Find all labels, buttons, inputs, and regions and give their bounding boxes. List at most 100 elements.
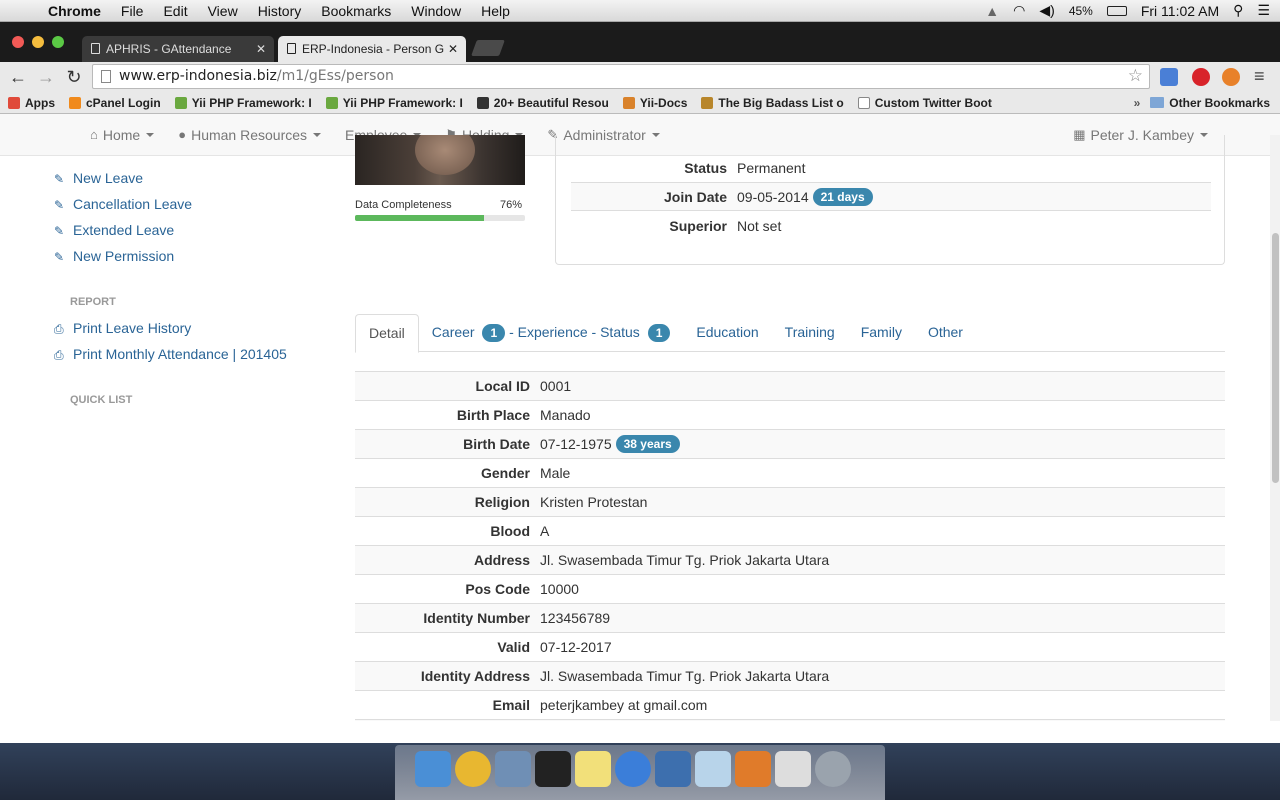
link-label: Print Monthly Attendance | 201405 <box>73 346 287 362</box>
sidebar-link-print-leave-history[interactable]: ⎙ Print Leave History <box>54 320 191 337</box>
bookmark-item[interactable]: Yii PHP Framework: I <box>174 96 312 110</box>
battery-icon[interactable] <box>1106 5 1127 16</box>
menu-help[interactable]: Help <box>471 0 520 22</box>
translate-extension-icon[interactable] <box>1160 68 1178 86</box>
finder-icon[interactable] <box>415 751 451 787</box>
bookmark-item[interactable]: Custom Twitter Boot <box>857 95 992 110</box>
desktop <box>0 743 1280 800</box>
detail-value-wrap: 07-12-2017 <box>540 639 612 655</box>
tab-detail[interactable]: Detail <box>355 314 419 353</box>
itunes-icon[interactable] <box>615 751 651 787</box>
back-icon[interactable]: ← <box>4 67 32 88</box>
stickies-icon[interactable] <box>575 751 611 787</box>
tab-close-icon[interactable]: ✕ <box>256 42 266 56</box>
spotlight-icon[interactable]: ⚲ <box>1233 2 1243 19</box>
menu-app-name[interactable]: Chrome <box>38 0 111 22</box>
tab-close-icon[interactable]: ✕ <box>448 42 458 56</box>
detail-value-wrap: Jl. Swasembada Timur Tg. Priok Jakarta U… <box>540 552 829 568</box>
mac-menubar: Chrome File Edit View History Bookmarks … <box>0 0 1280 22</box>
wifi-icon[interactable]: ◠ <box>1013 2 1025 19</box>
tab-education[interactable]: Education <box>683 314 771 351</box>
address-bar[interactable]: www.erp-indonesia.biz/m1/gEss/person ☆ <box>92 64 1150 89</box>
menu-view[interactable]: View <box>198 0 248 22</box>
tab-training[interactable]: Training <box>772 314 848 351</box>
bookmark-label: Apps <box>25 95 55 110</box>
bookmark-item[interactable]: Yii PHP Framework: I <box>325 96 463 110</box>
bookmarks-overflow-chevron[interactable]: » <box>1134 96 1141 110</box>
detail-label: Identity Address <box>420 668 530 684</box>
preview-icon[interactable] <box>495 751 531 787</box>
notification-center-icon[interactable]: ☰ <box>1257 2 1270 19</box>
new-tab-button[interactable] <box>471 40 505 56</box>
adblock-extension-icon[interactable] <box>1192 68 1210 86</box>
chrome-icon[interactable] <box>455 751 491 787</box>
sidebar-link-cancellation-leave[interactable]: ✎ Cancellation Leave <box>54 196 192 212</box>
bookmark-star-icon[interactable]: ☆ <box>1128 65 1143 88</box>
bookmark-icon <box>174 96 187 109</box>
detail-value: Kristen Protestan <box>540 494 648 510</box>
tab-title: ERP-Indonesia - Person G <box>302 42 445 56</box>
zoom-window-button[interactable] <box>52 36 64 48</box>
bookmark-item[interactable]: The Big Badass List o <box>701 96 844 110</box>
firebug-extension-icon[interactable] <box>1222 68 1240 86</box>
terminal-icon[interactable] <box>535 751 571 787</box>
sidebar-link-print-monthly-attendance[interactable]: ⎙ Print Monthly Attendance | 201405 <box>54 346 287 363</box>
bookmark-item[interactable]: cPanel Login <box>69 96 161 110</box>
url-host: www.erp-indonesia.biz <box>119 68 277 84</box>
profile-row-join-date: Join Date 09-05-2014 21 days <box>571 182 1211 211</box>
virtualbox-icon[interactable] <box>655 751 691 787</box>
battery-percent[interactable]: 45% <box>1069 4 1093 18</box>
volume-icon[interactable]: ◀) <box>1039 2 1054 19</box>
detail-value: 10000 <box>540 581 579 597</box>
browser-tab-erp[interactable]: ERP-Indonesia - Person G ✕ <box>278 36 466 62</box>
detail-label: Email <box>492 697 530 713</box>
menu-bookmarks[interactable]: Bookmarks <box>311 0 401 22</box>
detail-label: Birth Place <box>456 407 530 423</box>
sidebar-link-new-leave[interactable]: ✎ New Leave <box>54 170 143 186</box>
trash-icon[interactable] <box>815 751 851 787</box>
bookmark-item[interactable]: Apps <box>8 96 55 110</box>
sidebar-link-new-permission[interactable]: ✎ New Permission <box>54 248 174 264</box>
other-bookmarks-folder[interactable]: » Other Bookmarks <box>1134 96 1270 110</box>
clock[interactable]: Fri 11:02 AM <box>1141 3 1219 19</box>
scroll-thumb[interactable] <box>1272 233 1279 483</box>
sql-file-icon[interactable] <box>775 751 811 787</box>
sublime-icon[interactable] <box>735 751 771 787</box>
bookmark-item[interactable]: Yii-Docs <box>622 96 687 110</box>
sidebar-link-extended-leave[interactable]: ✎ Extended Leave <box>54 222 174 238</box>
detail-label: Birth Date <box>463 436 530 452</box>
detail-label: Valid <box>497 639 530 655</box>
bookmark-icon <box>476 96 489 109</box>
menu-file[interactable]: File <box>111 0 154 22</box>
tab-other[interactable]: Other <box>915 314 976 351</box>
detail-label: Address <box>473 552 530 568</box>
browser-tab-aphris[interactable]: APHRIS - GAttendance ✕ <box>82 36 274 62</box>
page-scrollbar[interactable] <box>1270 135 1280 721</box>
chrome-menu-icon[interactable]: ≡ <box>1254 66 1265 87</box>
close-window-button[interactable] <box>12 36 24 48</box>
detail-row: Blood A <box>355 516 1225 545</box>
detail-row: Identity Address Jl. Swasembada Timur Tg.… <box>355 661 1225 690</box>
detail-value: Manado <box>540 407 591 423</box>
bookmark-label: 20+ Beautiful Resou <box>493 95 609 110</box>
bookmark-icon <box>8 96 20 109</box>
bookmark-label: Custom Twitter Boot <box>874 95 992 110</box>
tab-career-experience-status[interactable]: Career 1 - Experience - Status 1 <box>419 314 684 351</box>
detail-value: A <box>540 523 550 539</box>
box-icon[interactable] <box>695 751 731 787</box>
row-label: Status <box>684 159 727 176</box>
reload-icon[interactable]: ↻ <box>60 67 88 88</box>
forward-icon[interactable]: → <box>32 67 60 88</box>
menu-edit[interactable]: Edit <box>153 0 197 22</box>
photo-face <box>415 135 475 175</box>
detail-table: Local ID 0001 Birth Place Manado Birth Date 0… <box>355 371 1225 721</box>
tab-family[interactable]: Family <box>848 314 915 351</box>
notification-icon[interactable]: ▲ <box>985 3 999 19</box>
menubar-status-area: ▲ ◠ ◀) 45% Fri 11:02 AM ⚲ ☰ <box>985 2 1280 19</box>
minimize-window-button[interactable] <box>32 36 44 48</box>
detail-value-wrap: Male <box>540 465 570 481</box>
menu-window[interactable]: Window <box>401 0 471 22</box>
bookmark-item[interactable]: 20+ Beautiful Resou <box>476 95 609 110</box>
detail-value-wrap: 07-12-1975 38 years <box>540 435 680 453</box>
menu-history[interactable]: History <box>248 0 312 22</box>
